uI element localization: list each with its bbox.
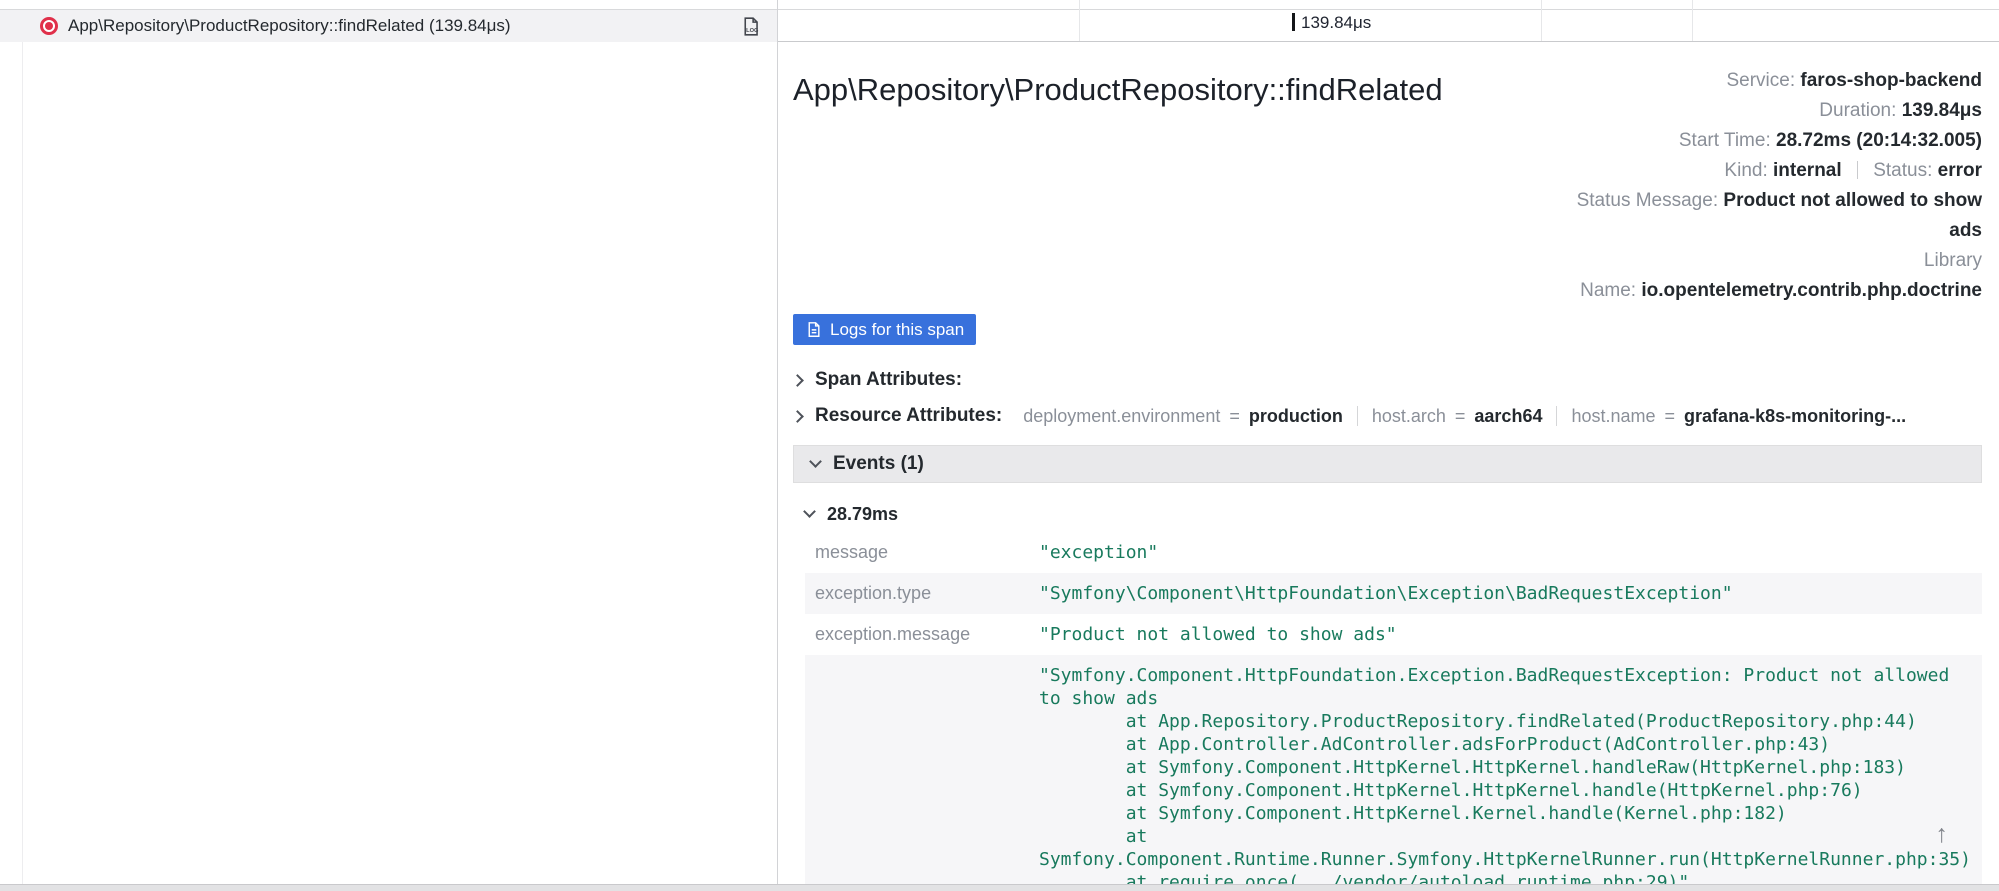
span-attributes-label: Span Attributes: xyxy=(815,369,962,391)
panel-resize-divider[interactable] xyxy=(777,0,778,891)
meta-duration: Duration: 139.84μs xyxy=(1550,96,1982,126)
selected-span-row[interactable]: App\Repository\ProductRepository::findRe… xyxy=(0,10,777,42)
meta-status-message-label: Status Message: xyxy=(1577,190,1719,211)
event-attributes-table: message "exception" exception.type "Symf… xyxy=(805,532,1982,891)
event-time-toggle[interactable]: 28.79ms xyxy=(805,496,1982,532)
meta-status-value: error xyxy=(1938,160,1982,181)
timeline-gridline xyxy=(1079,0,1080,41)
attr-key: exception.type xyxy=(805,573,1033,614)
bottom-edge-bar xyxy=(0,884,1999,891)
span-duration-bar xyxy=(1292,13,1295,31)
span-details-panel: App\Repository\ProductRepository::findRe… xyxy=(778,42,1999,891)
logs-for-span-button[interactable]: Logs for this span xyxy=(793,314,976,345)
meta-start-time: Start Time: 28.72ms (20:14:32.005) xyxy=(1550,126,1982,156)
meta-kind-status: Kind: internal Status: error xyxy=(1550,156,1982,186)
span-duration-label: 139.84μs xyxy=(1301,13,1371,33)
attr-row-exception-type: exception.type "Symfony\Component\HttpFo… xyxy=(805,573,1982,614)
timeline-gridline xyxy=(1541,0,1542,41)
divider xyxy=(1556,406,1557,426)
chevron-right-icon xyxy=(791,374,804,387)
attr-key: exception.message xyxy=(805,614,1033,655)
chevron-down-icon xyxy=(803,505,816,518)
meta-start-value: 28.72ms (20:14:32.005) xyxy=(1776,130,1982,151)
meta-status-label: Status: xyxy=(1873,160,1932,181)
span-logs-icon[interactable]: LOG xyxy=(740,16,761,37)
attr-value: "Product not allowed to show ads" xyxy=(1033,614,1982,655)
event-time-label: 28.79ms xyxy=(827,504,898,525)
events-section-label: Events (1) xyxy=(833,453,924,475)
resource-attr-key: host.name xyxy=(1571,406,1655,427)
meta-status-message: Status Message: Product not allowed to s… xyxy=(1550,186,1982,246)
waterfall-pane xyxy=(0,42,777,884)
chevron-down-icon xyxy=(809,455,822,468)
meta-library-value: io.opentelemetry.contrib.php.doctrine xyxy=(1641,280,1982,301)
events-section-toggle[interactable]: Events (1) xyxy=(793,445,1982,483)
attr-value: "Symfony\Component\HttpFoundation\Except… xyxy=(1033,573,1982,614)
timeline-gridline xyxy=(1692,0,1693,41)
meta-library-label-b: Name: xyxy=(1580,280,1636,301)
span-meta: Service: faros-shop-backend Duration: 13… xyxy=(1550,66,1982,306)
resource-attr-key: host.arch xyxy=(1372,406,1446,427)
divider xyxy=(1357,406,1358,426)
meta-service-label: Service: xyxy=(1726,70,1795,91)
meta-service-value: faros-shop-backend xyxy=(1800,70,1982,91)
meta-kind-value: internal xyxy=(1773,160,1842,181)
resource-attr-value: grafana-k8s-monitoring-... xyxy=(1684,406,1906,427)
attr-row-message: message "exception" xyxy=(805,532,1982,573)
logs-button-label: Logs for this span xyxy=(830,320,964,340)
error-status-icon xyxy=(40,17,58,35)
scroll-to-top-button[interactable]: ↑ xyxy=(1936,822,1949,847)
resource-attr-value: production xyxy=(1249,406,1343,427)
attr-value: "exception" xyxy=(1033,532,1982,573)
attr-row-stacktrace: "Symfony.Component.HttpFoundation.Except… xyxy=(805,655,1982,891)
meta-duration-label: Duration: xyxy=(1819,100,1896,121)
span-title: App\Repository\ProductRepository::findRe… xyxy=(793,66,1443,108)
meta-library-label-a: Library xyxy=(1924,250,1982,271)
span-attributes-toggle[interactable]: Span Attributes: xyxy=(793,369,1982,391)
attr-row-exception-message: exception.message "Product not allowed t… xyxy=(805,614,1982,655)
grafana-trace-view: App\Repository\ProductRepository::findRe… xyxy=(0,0,1999,891)
equals-sign: = xyxy=(1665,406,1676,427)
attr-key: message xyxy=(805,532,1033,573)
meta-library-name: Library Name: io.opentelemetry.contrib.p… xyxy=(1550,246,1982,306)
span-row-label: App\Repository\ProductRepository::findRe… xyxy=(68,16,511,36)
chevron-right-icon xyxy=(791,410,804,423)
resource-attr-key: deployment.environment xyxy=(1023,406,1220,427)
resource-attr-value: aarch64 xyxy=(1474,406,1542,427)
attr-key xyxy=(805,655,1033,891)
meta-kind-label: Kind: xyxy=(1724,160,1767,181)
resource-attributes-toggle[interactable]: Resource Attributes: deployment.environm… xyxy=(793,405,1982,427)
equals-sign: = xyxy=(1229,406,1240,427)
logs-icon xyxy=(805,321,822,338)
meta-status-message-value: Product not allowed to show ads xyxy=(1723,190,1982,241)
waterfall-header-strip: App\Repository\ProductRepository::findRe… xyxy=(0,0,1999,42)
resource-attributes-preview: deployment.environment = production host… xyxy=(1023,406,1906,427)
divider xyxy=(1857,161,1858,179)
meta-duration-value: 139.84μs xyxy=(1902,100,1982,121)
indent-guide-line xyxy=(22,42,23,884)
attr-value: "Symfony.Component.HttpFoundation.Except… xyxy=(1033,655,1982,891)
equals-sign: = xyxy=(1455,406,1466,427)
svg-text:LOG: LOG xyxy=(746,28,759,34)
details-header: App\Repository\ProductRepository::findRe… xyxy=(793,66,1982,306)
meta-service: Service: faros-shop-backend xyxy=(1550,66,1982,96)
resource-attributes-label: Resource Attributes: xyxy=(815,405,1002,427)
meta-start-label: Start Time: xyxy=(1679,130,1771,151)
